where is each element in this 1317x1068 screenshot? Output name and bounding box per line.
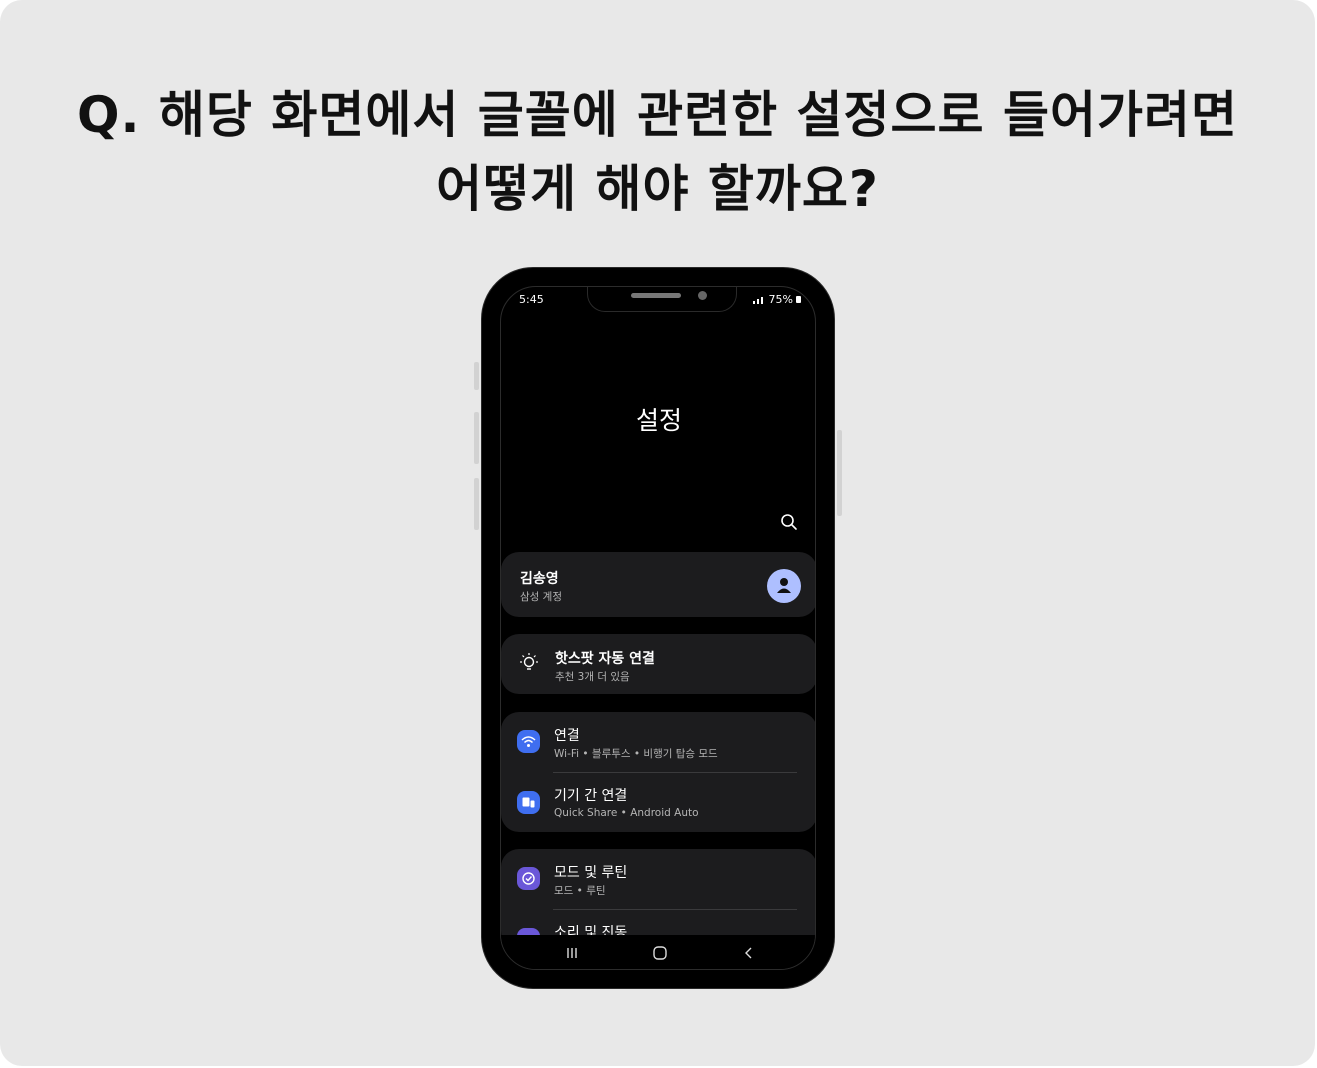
- signal-icon: [752, 297, 763, 304]
- question-text: Q. 해당 화면에서 글꼴에 관련한 설정으로 들어가려면 어떻게 해야 할까요…: [0, 78, 1315, 226]
- phone-frame: 5:45 75% 설정 김송영 삼성 계정 핫스팟 자동 연결 추천 3개 더 …: [481, 267, 835, 989]
- device-connection-label: 기기 간 연결: [554, 788, 628, 804]
- hotspot-title: 핫스팟 자동 연결: [555, 651, 655, 667]
- screen-title: 설정: [635, 406, 682, 435]
- speaker: [631, 293, 681, 298]
- person-icon: [777, 578, 791, 593]
- settings-item-device-connection[interactable]: 기기 간 연결 Quick Share • Android Auto: [501, 773, 815, 832]
- connections-label: 연결: [554, 728, 580, 744]
- status-time: 5:45: [519, 293, 544, 306]
- phone-power-button: [837, 430, 842, 516]
- account-name: 김송영: [520, 571, 559, 587]
- settings-item-connections[interactable]: 연결 Wi-Fi • 블루투스 • 비행기 탑승 모드: [501, 712, 815, 772]
- home-icon[interactable]: [652, 945, 668, 961]
- connections-sub: Wi-Fi • 블루투스 • 비행기 탑승 모드: [554, 748, 718, 760]
- question-card: Q. 해당 화면에서 글꼴에 관련한 설정으로 들어가려면 어떻게 해야 할까요…: [0, 0, 1315, 1066]
- modes-routines-sub: 모드 • 루틴: [554, 885, 606, 897]
- back-icon[interactable]: [742, 946, 756, 960]
- phone-volume-button: [474, 362, 479, 390]
- question-line-1: Q. 해당 화면에서 글꼴에 관련한 설정으로 들어가려면: [77, 86, 1238, 144]
- hotspot-subtitle: 추천 3개 더 있음: [555, 671, 630, 683]
- notch: [587, 287, 737, 312]
- question-line-2: 어떻게 해야 할까요?: [436, 160, 879, 218]
- account-subtitle: 삼성 계정: [520, 591, 562, 603]
- phone-volume-up-button: [474, 412, 479, 464]
- battery-percent: 75%: [768, 293, 793, 306]
- recent-apps-icon[interactable]: [565, 946, 579, 960]
- devices-icon: [517, 791, 540, 814]
- search-icon[interactable]: [780, 513, 798, 531]
- phone-volume-down-button: [474, 478, 479, 530]
- navigation-bar: [501, 935, 815, 969]
- device-connection-sub: Quick Share • Android Auto: [554, 807, 699, 819]
- hotspot-suggestion-card[interactable]: 핫스팟 자동 연결 추천 3개 더 있음: [501, 634, 815, 694]
- wifi-icon: [517, 730, 540, 753]
- modes-routines-label: 모드 및 루틴: [554, 865, 628, 881]
- avatar-icon[interactable]: [767, 569, 801, 603]
- account-card[interactable]: 김송영 삼성 계정: [501, 552, 815, 617]
- settings-item-modes-routines[interactable]: 모드 및 루틴 모드 • 루틴: [501, 849, 815, 909]
- connections-group: 연결 Wi-Fi • 블루투스 • 비행기 탑승 모드 기기 간 연결 Quic…: [501, 712, 815, 832]
- front-camera: [698, 291, 707, 300]
- battery-icon: [796, 296, 801, 303]
- status-icons: 75%: [752, 293, 801, 306]
- lightbulb-icon: [520, 653, 538, 670]
- modes-group: 모드 및 루틴 모드 • 루틴 소리 및 진동: [501, 849, 815, 949]
- modes-routines-icon: [517, 867, 540, 890]
- phone-screen: 5:45 75% 설정 김송영 삼성 계정 핫스팟 자동 연결 추천 3개 더 …: [500, 286, 816, 970]
